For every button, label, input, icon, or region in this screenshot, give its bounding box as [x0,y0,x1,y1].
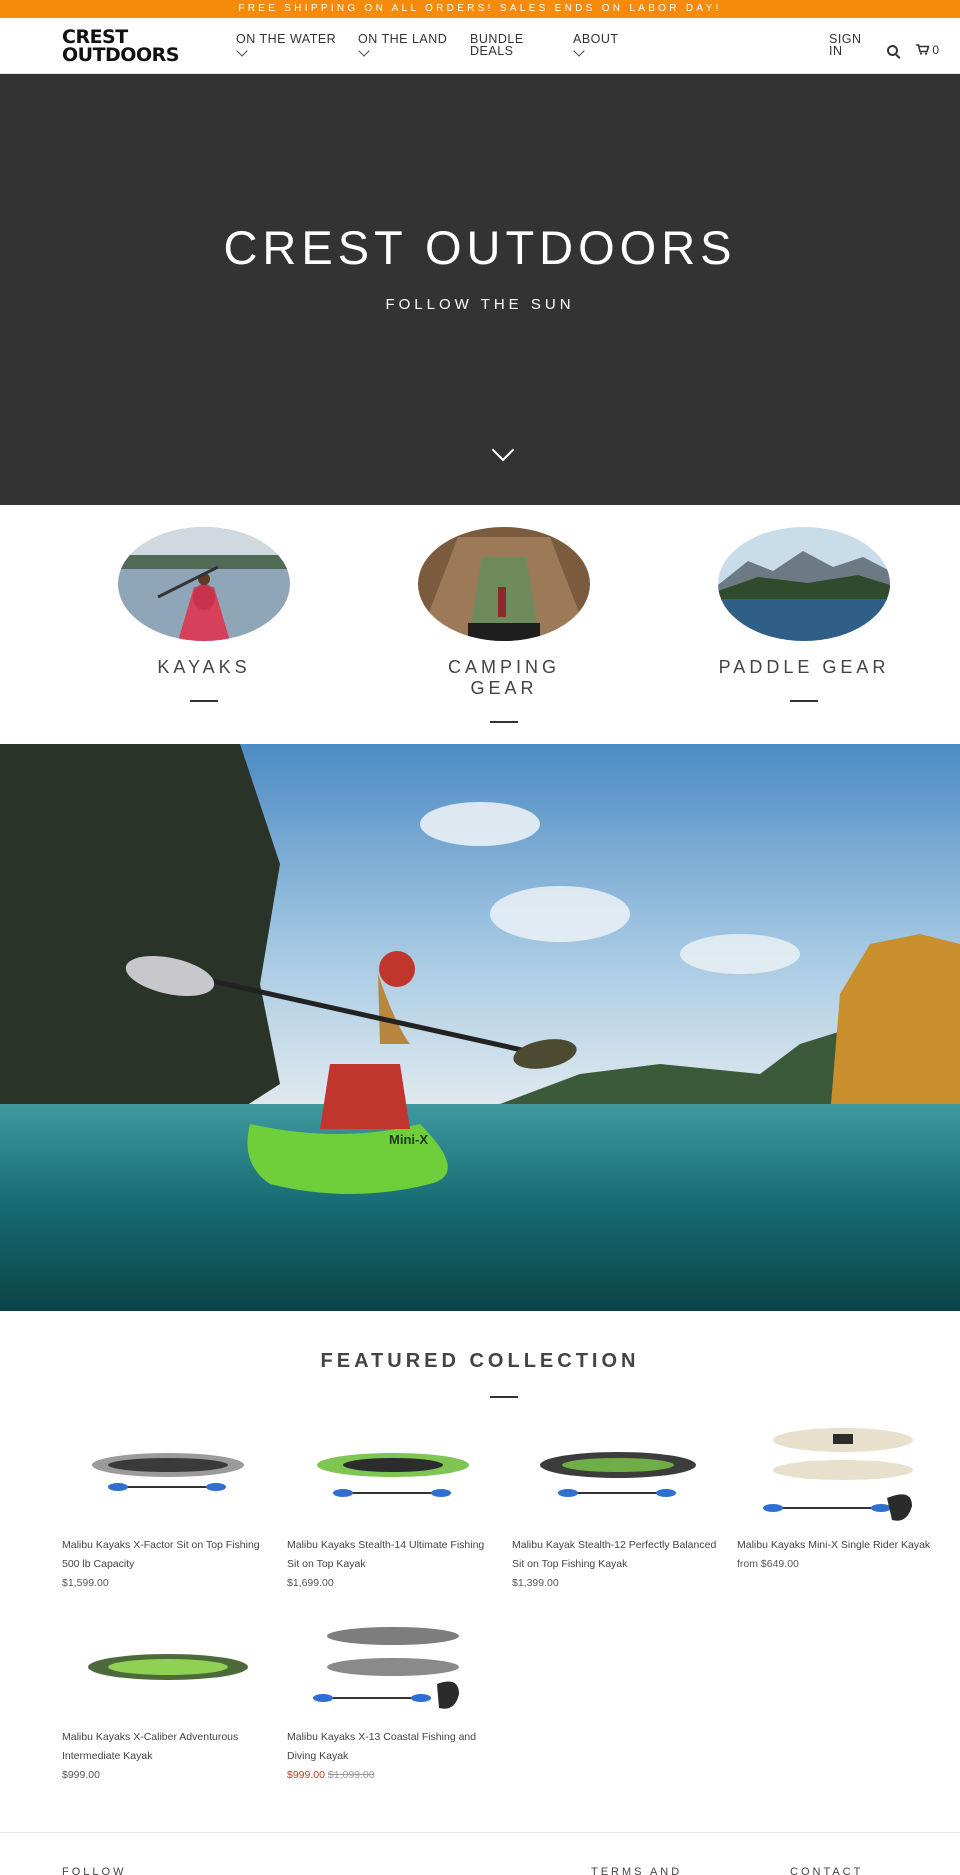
product-card[interactable]: Malibu Kayaks X-Factor Sit on Top Fishin… [62,1420,272,1593]
announcement-bar: FREE SHIPPING ON ALL ORDERS! SALES ENDS … [0,0,960,18]
search-icon[interactable] [887,45,898,56]
logo-line-2: OUTDOORS [62,44,179,66]
kayaking-banner-image: Mini-X [0,744,960,1311]
product-image [62,1612,272,1728]
nav-label: BUNDLE DEALS [470,32,524,58]
product-card[interactable]: Malibu Kayaks X-13 Coastal Fishing and D… [287,1612,497,1785]
product-card[interactable]: Malibu Kayak Stealth-12 Perfectly Balanc… [512,1420,722,1593]
site-header: CREST OUTDOORS ON THE WATER ON THE LAND … [0,18,960,74]
chevron-down-icon [358,45,370,57]
hero-subtitle: FOLLOW THE SUN [385,296,575,313]
footer-follow-heading: FOLLOW [62,1866,127,1875]
product-name: Malibu Kayaks X-Factor Sit on Top Fishin… [62,1539,260,1570]
product-name: Malibu Kayaks Mini-X Single Rider Kayak [737,1539,931,1551]
category-label: PADDLE GEAR [718,657,890,677]
category-kayaks[interactable]: KAYAKS [118,527,290,702]
cart-button[interactable]: 0 [916,44,939,56]
divider [790,700,818,702]
nav-bundle-deals[interactable]: BUNDLE DEALS [470,32,530,58]
chevron-down-icon [236,45,248,57]
featured-collection-title: FEATURED COLLECTION [320,1350,640,1372]
original-price: $1,099.00 [327,1769,375,1781]
product-price: from $649.00 [737,1558,799,1570]
category-label: KAYAKS [157,657,251,677]
category-label: CAMPING GEAR [447,657,560,698]
chevron-down-icon [573,45,585,57]
svg-text:Mini-X: Mini-X [389,1132,428,1147]
product-price: $1,699.00 [287,1577,334,1589]
scroll-down-icon[interactable] [491,438,515,462]
product-card[interactable]: Malibu Kayaks Stealth-14 Ultimate Fishin… [287,1420,497,1593]
footer-contact-heading: CONTACT [790,1866,864,1875]
site-logo[interactable]: CREST OUTDOORS [62,28,179,66]
nav-label: ON THE LAND [358,32,448,46]
category-paddle-gear[interactable]: PADDLE GEAR [718,527,890,702]
sign-in-link[interactable]: SIGN IN [829,33,865,58]
product-price: $1,599.00 [62,1577,109,1589]
product-name: Malibu Kayaks X-Caliber Adventurous Inte… [62,1731,239,1762]
product-name: Malibu Kayaks Stealth-14 Ultimate Fishin… [287,1539,485,1570]
nav-label: ON THE WATER [236,32,337,46]
footer-terms-heading: TERMS AND [591,1866,683,1875]
nav-about[interactable]: ABOUT [573,32,619,57]
product-image [512,1420,722,1536]
divider [190,700,218,702]
cart-count: 0 [932,43,940,57]
hero-title: CREST OUTDOORS [223,221,737,274]
divider [490,721,518,723]
product-price: $999.00 [62,1769,100,1781]
footer-divider [0,1832,960,1833]
product-price: $999.00 $1,099.00 [287,1766,497,1785]
hero-section: CREST OUTDOORS FOLLOW THE SUN [0,74,960,505]
product-name: Malibu Kayak Stealth-12 Perfectly Balanc… [512,1539,717,1570]
product-image [737,1420,947,1536]
sale-price: $999.00 [287,1769,325,1781]
paddle-gear-image [718,527,890,641]
category-camping-gear[interactable]: CAMPING GEAR [418,527,590,723]
product-price: $1,399.00 [512,1577,559,1589]
product-image [287,1612,497,1728]
camping-gear-image [418,527,590,641]
divider [490,1396,518,1398]
product-image [287,1420,497,1536]
nav-label: ABOUT [573,32,619,46]
kayaks-image [118,527,290,641]
product-image [62,1420,272,1536]
product-card[interactable]: Malibu Kayaks X-Caliber Adventurous Inte… [62,1612,272,1785]
cart-icon [916,44,930,55]
nav-on-the-land[interactable]: ON THE LAND [358,32,448,57]
nav-on-the-water[interactable]: ON THE WATER [236,32,337,57]
product-card[interactable]: Malibu Kayaks Mini-X Single Rider Kayak … [737,1420,947,1574]
product-name: Malibu Kayaks X-13 Coastal Fishing and D… [287,1731,477,1762]
